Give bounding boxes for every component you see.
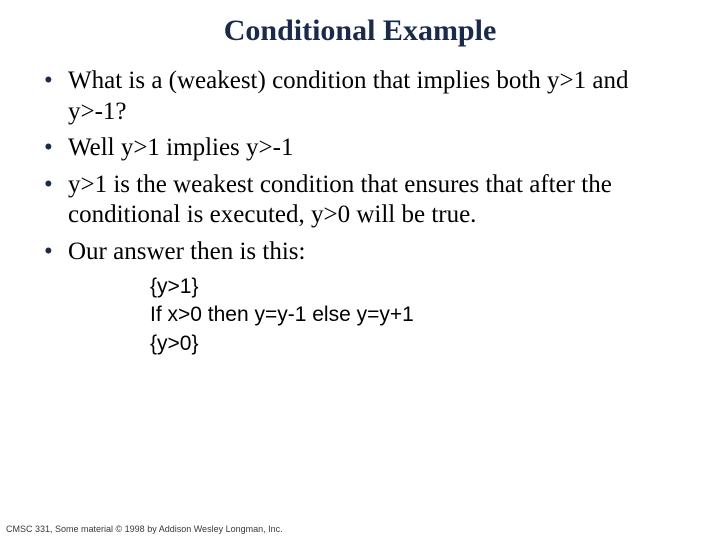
- slide: Conditional Example What is a (weakest) …: [0, 0, 720, 540]
- code-line: {y>0}: [150, 330, 680, 358]
- code-line: {y>1}: [150, 273, 680, 301]
- bullet-item: Our answer then is this:: [40, 237, 680, 268]
- slide-title: Conditional Example: [0, 0, 720, 58]
- bullet-item: Well y>1 implies y>-1: [40, 133, 680, 164]
- slide-body: What is a (weakest) condition that impli…: [0, 58, 720, 358]
- code-line: If x>0 then y=y-1 else y=y+1: [150, 301, 680, 329]
- footer-text: CMSC 331, Some material © 1998 by Addiso…: [6, 524, 283, 534]
- bullet-item: y>1 is the weakest condition that ensure…: [40, 170, 680, 231]
- code-block: {y>1} If x>0 then y=y-1 else y=y+1 {y>0}: [150, 273, 680, 358]
- bullet-list: What is a (weakest) condition that impli…: [40, 66, 680, 267]
- bullet-item: What is a (weakest) condition that impli…: [40, 66, 680, 127]
